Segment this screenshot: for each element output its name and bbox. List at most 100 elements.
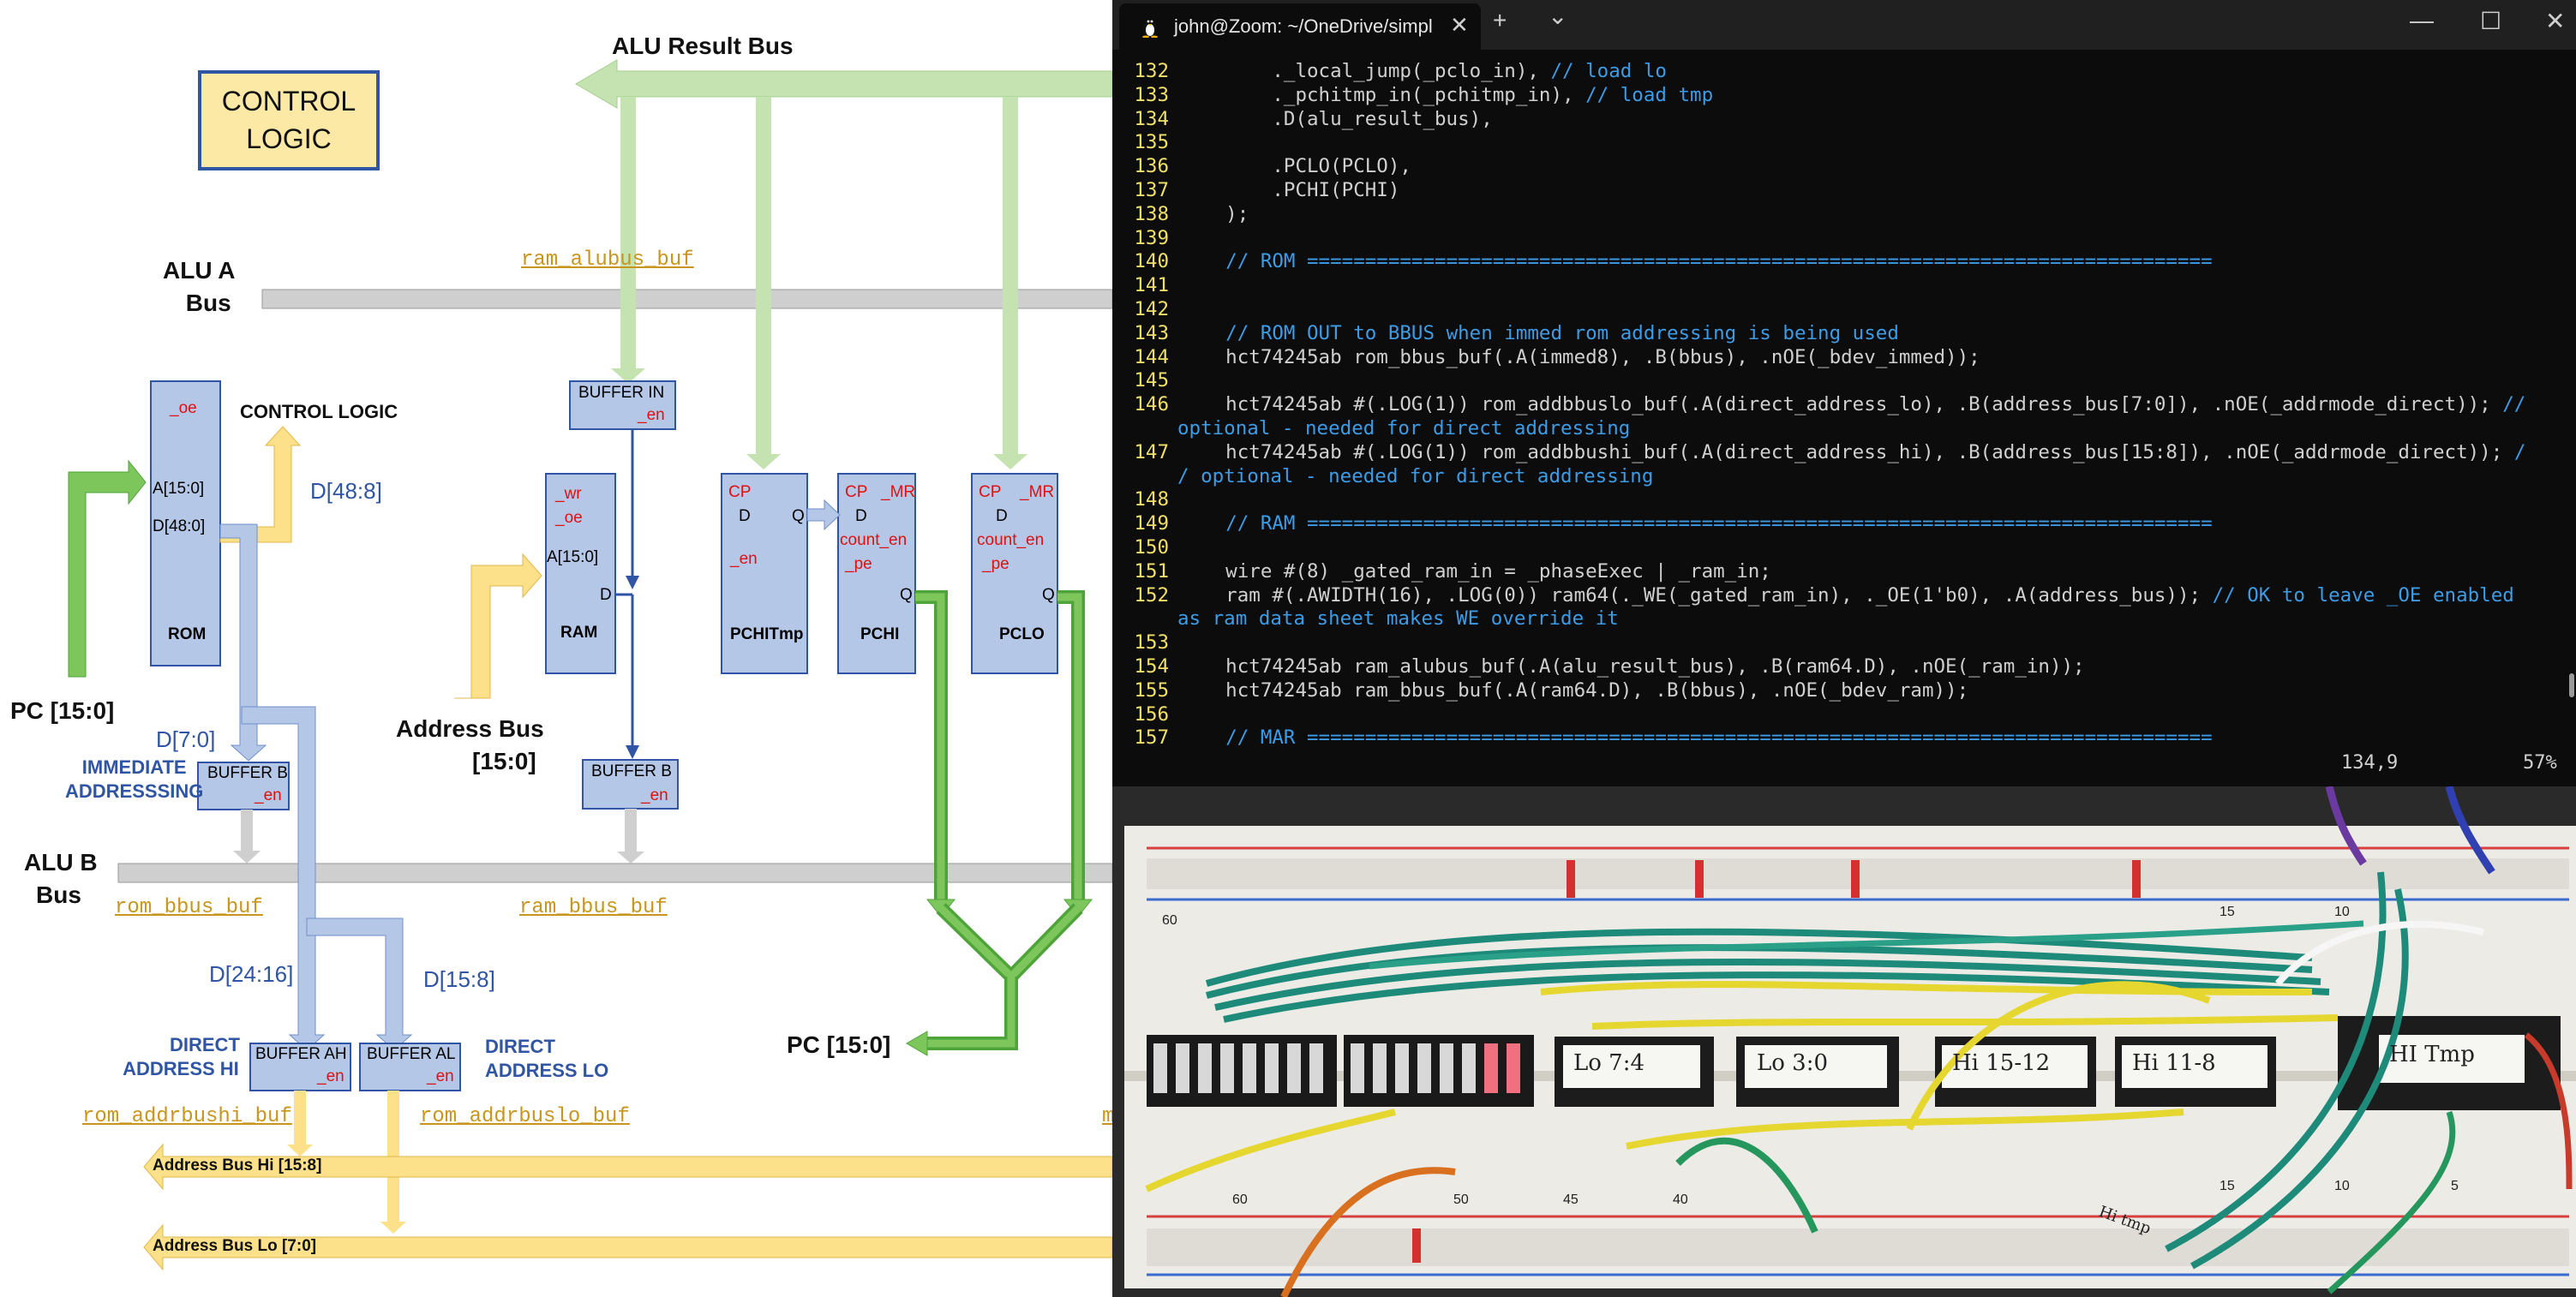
line-number: 140 — [1134, 250, 1169, 273]
line-number: 141 — [1134, 274, 1169, 297]
code-line[interactable]: 151 wire #(8) _gated_ram_in = _phaseExec… — [1112, 560, 2576, 584]
d15-8-label: D[15:8] — [423, 966, 495, 992]
rom-data-down — [219, 523, 267, 762]
code-line[interactable]: 138 ); — [1112, 203, 2576, 227]
code-line[interactable]: 147 hct74245ab #(.LOG(1)) rom_addbbushi_… — [1112, 441, 2576, 465]
rom-data-pin: D[48:0] — [153, 517, 206, 535]
rom-addrbushi-buf-label: rom_addrbushi_buf — [82, 1105, 292, 1128]
code-line[interactable]: 144 hct74245ab rom_bbus_buf(.A(immed8), … — [1112, 346, 2576, 370]
immediate-addressing-label: IMMEDIATE ADDRESSSING — [65, 756, 204, 802]
address-bus-in-arrow — [454, 553, 542, 699]
code-line[interactable]: 136 .PCLO(PCLO), — [1112, 155, 2576, 179]
code-editor[interactable]: 132 ._local_jump(_pclo_in), // load lo 13… — [1112, 60, 2576, 749]
buffer-al-label: BUFFER AL — [367, 1045, 456, 1063]
code-comment: // ROM =================================… — [1225, 250, 2213, 273]
d48-8-label: D[48:8] — [310, 478, 382, 504]
code-line[interactable]: 152 ram #(.AWIDTH(16), .LOG(0)) ram64(._… — [1112, 584, 2576, 608]
ram-wr-pin: _wr — [555, 485, 582, 503]
title-bar[interactable]: john@Zoom: ~/OneDrive/simpl ✕ + ⌄ — ☐ ✕ — [1112, 0, 2576, 50]
chip-label-hi-15-12: Hi 15-12 — [1952, 1050, 2051, 1076]
code-text: hct74245ab #(.LOG(1)) rom_addbbuslo_buf(… — [1179, 393, 2503, 416]
code-line[interactable]: / optional - needed for direct addressin… — [1112, 465, 2576, 489]
d7-0-label: D[7:0] — [156, 726, 216, 752]
line-number: 139 — [1134, 226, 1169, 249]
code-line[interactable]: 134 .D(alu_result_bus), — [1112, 108, 2576, 132]
tab-close-icon[interactable]: ✕ — [1450, 12, 1469, 39]
rom-name: ROM — [168, 625, 207, 643]
code-line[interactable]: 155 hct74245ab ram_bbus_buf(.A(ram64.D),… — [1112, 679, 2576, 703]
code-comment: // — [2502, 393, 2526, 416]
code-text: hct74245ab rom_bbus_buf(.A(immed8), .B(b… — [1179, 345, 1980, 368]
code-line[interactable]: 146 hct74245ab #(.LOG(1)) rom_addbbuslo_… — [1112, 393, 2576, 417]
code-text: .PCHI(PCHI) — [1179, 178, 1400, 201]
code-text: hct74245ab ram_alubus_buf(.A(alu_result_… — [1179, 654, 2085, 678]
code-line[interactable]: 154 hct74245ab ram_alubus_buf(.A(alu_res… — [1112, 655, 2576, 679]
diagram-graphics — [68, 59, 1112, 1271]
code-line[interactable]: 156 — [1112, 703, 2576, 727]
buffer-in-en: _en — [638, 406, 665, 424]
line-number: 132 — [1134, 60, 1169, 82]
pchitmp-q: Q — [792, 507, 805, 525]
line-number: 137 — [1134, 178, 1169, 201]
code-comment: // load lo — [1550, 60, 1667, 82]
close-button[interactable]: ✕ — [2545, 7, 2565, 35]
buffer-in-label: BUFFER IN — [578, 384, 665, 402]
code-line[interactable]: 142 — [1112, 298, 2576, 322]
code-line[interactable]: 135 — [1112, 131, 2576, 155]
code-line[interactable]: 132 ._local_jump(_pclo_in), // load lo — [1112, 60, 2576, 84]
code-line[interactable]: as ram data sheet makes WE override it — [1112, 607, 2576, 631]
maximize-button[interactable]: ☐ — [2480, 7, 2501, 35]
linux-penguin-icon — [1142, 20, 1158, 38]
pchitmp-d: D — [739, 507, 751, 525]
line-number: 144 — [1134, 345, 1169, 368]
code-line[interactable]: 149 // RAM =============================… — [1112, 512, 2576, 536]
line-number: 149 — [1134, 512, 1169, 535]
code-line[interactable]: 153 — [1112, 631, 2576, 655]
code-comment: as ram data sheet makes WE override it — [1177, 607, 1619, 631]
code-text: hct74245ab #(.LOG(1)) rom_addbbushi_buf(… — [1179, 440, 2514, 463]
pclo-name: PCLO — [999, 625, 1045, 643]
line-number: 138 — [1134, 202, 1169, 225]
code-line[interactable]: 139 — [1112, 227, 2576, 251]
code-line[interactable]: 143 // ROM OUT to BBUS when immed rom ad… — [1112, 322, 2576, 346]
scrollbar-thumb[interactable] — [2569, 673, 2574, 697]
pclo-mr: _MR — [1020, 483, 1055, 501]
ram-alubus-buf-label: ram_alubus_buf — [521, 248, 694, 272]
code-comment: // MAR =================================… — [1225, 726, 2213, 750]
line-number: 142 — [1134, 297, 1169, 320]
alu-b-bus-label: ALU B Bus — [24, 849, 98, 908]
tab-title: john@Zoom: ~/OneDrive/simpl — [1174, 15, 1433, 37]
control-logic-box-label: CONTROL LOGIC — [221, 86, 356, 154]
code-line[interactable]: 137 .PCHI(PCHI) — [1112, 179, 2576, 203]
ram-name: RAM — [560, 624, 598, 642]
code-line[interactable]: optional - needed for direct addressing — [1112, 417, 2576, 441]
pc-bottom-label: PC [15:0] — [787, 1031, 891, 1058]
code-line[interactable]: 145 — [1112, 369, 2576, 393]
tab-dropdown-icon[interactable]: ⌄ — [1548, 2, 1567, 30]
code-line[interactable]: 133 ._pchitmp_in(_pchitmp_in), // load t… — [1112, 84, 2576, 108]
row-number: 45 — [1563, 1192, 1579, 1207]
terminal-tab[interactable]: john@Zoom: ~/OneDrive/simpl ✕ — [1119, 3, 1481, 50]
alu-result-bus-arrow — [575, 59, 1112, 109]
ram-bbus-buf-label: ram_bbus_buf — [519, 896, 668, 919]
line-number: 146 — [1134, 393, 1169, 416]
line-number: 143 — [1134, 321, 1169, 344]
pchi-name: PCHI — [860, 625, 900, 643]
row-number: 10 — [2334, 1179, 2350, 1193]
code-line[interactable]: 148 — [1112, 488, 2576, 512]
code-line[interactable]: 140 // ROM =============================… — [1112, 250, 2576, 274]
rom-bbus-buf-label: rom_bbus_buf — [115, 896, 263, 919]
control-logic-small-label: CONTROL LOGIC — [240, 401, 398, 422]
line-number: 156 — [1134, 702, 1169, 726]
terminal-window[interactable]: john@Zoom: ~/OneDrive/simpl ✕ + ⌄ — ☐ ✕ … — [1112, 0, 2576, 786]
code-line[interactable]: 157 // MAR =============================… — [1112, 726, 2576, 750]
code-line[interactable]: 141 — [1112, 274, 2576, 298]
address-bus-label: Address Bus [15:0] — [396, 715, 544, 774]
pc-in-arrow — [68, 459, 147, 678]
minimize-button[interactable]: — — [2410, 7, 2434, 34]
pc-left-label: PC [15:0] — [10, 697, 115, 724]
new-tab-icon[interactable]: + — [1493, 7, 1507, 34]
pchi-count-en: count_en — [840, 531, 908, 549]
code-line[interactable]: 150 — [1112, 536, 2576, 560]
